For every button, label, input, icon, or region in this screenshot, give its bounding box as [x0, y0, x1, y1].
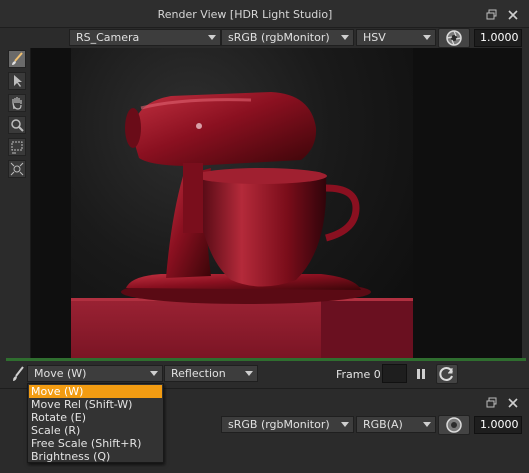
chevron-down-icon — [423, 35, 431, 40]
select-arrow-icon — [14, 75, 22, 87]
lower-color-space-value: sRGB (rgbMonitor) — [228, 418, 330, 431]
aperture-button[interactable] — [438, 28, 470, 48]
stand-mixer-render — [71, 92, 413, 358]
channel-mode-dropdown[interactable]: HSV — [356, 29, 436, 46]
zoom-tool[interactable] — [8, 116, 26, 134]
menu-item-move[interactable]: Move (W) — [29, 385, 162, 398]
paint-brush-tool[interactable] — [8, 50, 26, 68]
render-viewport[interactable] — [30, 48, 522, 358]
tool-mode-dropdown[interactable]: Move (W) — [27, 365, 163, 382]
chevron-down-icon — [245, 371, 253, 376]
refresh-icon — [439, 367, 453, 381]
zoom-magnifier-icon — [11, 119, 24, 132]
aperture-icon — [446, 30, 462, 46]
lower-channel-mode-dropdown[interactable]: RGB(A) — [356, 416, 436, 433]
camera-dropdown-value: RS_Camera — [76, 31, 140, 44]
title-bar: Render View [HDR Light Studio] — [0, 0, 529, 28]
restore-window-icon[interactable] — [486, 9, 498, 21]
tool-mode-value: Move (W) — [34, 367, 87, 380]
color-space-dropdown[interactable]: sRGB (rgbMonitor) — [221, 29, 354, 46]
menu-item-scale[interactable]: Scale (R) — [29, 424, 162, 437]
exposure-field[interactable]: 1.0000 — [474, 29, 522, 47]
light-effect-dropdown[interactable]: Reflection — [164, 365, 258, 382]
aperture-icon — [446, 417, 462, 433]
menu-item-rotate[interactable]: Rotate (E) — [29, 411, 162, 424]
menu-item-brightness[interactable]: Brightness (Q) — [29, 450, 162, 463]
paint-brush-icon — [12, 52, 23, 65]
refresh-render-button[interactable] — [436, 364, 458, 384]
paint-brush-icon[interactable] — [9, 365, 27, 383]
color-space-value: sRGB (rgbMonitor) — [228, 31, 330, 44]
pause-button[interactable] — [413, 366, 429, 382]
lower-channel-mode-value: RGB(A) — [363, 418, 403, 431]
restore-window-icon[interactable] — [486, 397, 498, 409]
fit-view-icon — [10, 162, 24, 176]
lower-exposure-field[interactable]: 1.0000 — [474, 416, 522, 434]
lower-color-space-dropdown[interactable]: sRGB (rgbMonitor) — [221, 416, 354, 433]
frame-label: Frame 0 — [336, 368, 381, 381]
side-toolbar — [6, 48, 28, 358]
render-toolbar: RS_Camera sRGB (rgbMonitor) HSV 1.0000 — [0, 28, 529, 48]
chevron-down-icon — [423, 422, 431, 427]
tool-mode-menu: Move (W) Move Rel (Shift-W) Rotate (E) S… — [27, 383, 164, 463]
frame-field[interactable] — [382, 364, 407, 383]
chevron-down-icon — [150, 371, 158, 376]
pause-icon — [417, 369, 425, 379]
lower-aperture-button[interactable] — [438, 415, 470, 435]
camera-dropdown[interactable]: RS_Camera — [69, 29, 221, 46]
pan-hand-icon — [12, 97, 22, 110]
menu-item-move-rel[interactable]: Move Rel (Shift-W) — [29, 398, 162, 411]
render-image — [71, 48, 413, 358]
chevron-down-icon — [341, 422, 349, 427]
fit-view-tool[interactable] — [8, 160, 26, 178]
window-title: Render View [HDR Light Studio] — [157, 8, 333, 21]
close-window-icon[interactable] — [507, 397, 519, 409]
chevron-down-icon — [341, 35, 349, 40]
chevron-down-icon — [208, 35, 216, 40]
pan-tool[interactable] — [8, 94, 26, 112]
close-window-icon[interactable] — [507, 9, 519, 21]
region-select-icon — [11, 141, 23, 154]
select-tool[interactable] — [8, 72, 26, 90]
light-effect-value: Reflection — [171, 367, 226, 380]
region-select-tool[interactable] — [8, 138, 26, 156]
menu-item-free-scale[interactable]: Free Scale (Shift+R) — [29, 437, 162, 450]
channel-mode-value: HSV — [363, 31, 386, 44]
